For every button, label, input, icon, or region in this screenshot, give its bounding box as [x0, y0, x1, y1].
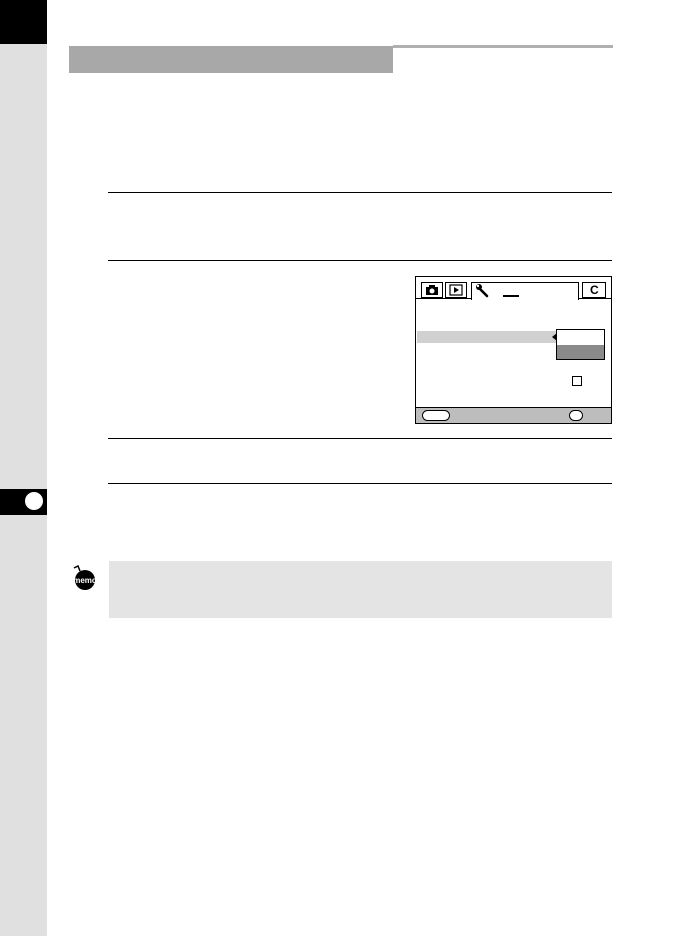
memo-label: memo [73, 576, 97, 585]
section-heading-rule [393, 45, 613, 48]
tab-baseline [578, 298, 612, 299]
tab-playback [445, 282, 467, 298]
side-strip [0, 0, 47, 936]
step-divider [108, 192, 612, 193]
camera-icon [426, 285, 438, 295]
custom-tab-label: C [590, 283, 599, 297]
tab-baseline [416, 298, 472, 299]
page-indicator [503, 295, 519, 297]
selected-menu-row [417, 331, 557, 343]
section-heading-bar [69, 46, 393, 73]
step-divider [108, 438, 612, 439]
memo-icon: memo [73, 565, 97, 590]
button-guide-bar [416, 407, 611, 423]
tab-custom: C [582, 282, 606, 298]
selected-option [557, 345, 604, 359]
step-divider [108, 260, 612, 261]
memo-box [109, 561, 612, 618]
tab-setup [471, 282, 579, 300]
playback-icon [449, 284, 463, 296]
menu-button-icon [422, 410, 450, 421]
camera-menu-screen: C [415, 276, 612, 424]
checkbox [572, 376, 582, 386]
option-popup [556, 329, 605, 360]
ok-button-icon [569, 410, 583, 421]
corner-marker [0, 0, 47, 44]
wrench-icon [476, 284, 489, 298]
step-divider [108, 483, 612, 484]
chapter-number-circle [24, 491, 44, 511]
tab-shooting [421, 282, 443, 298]
